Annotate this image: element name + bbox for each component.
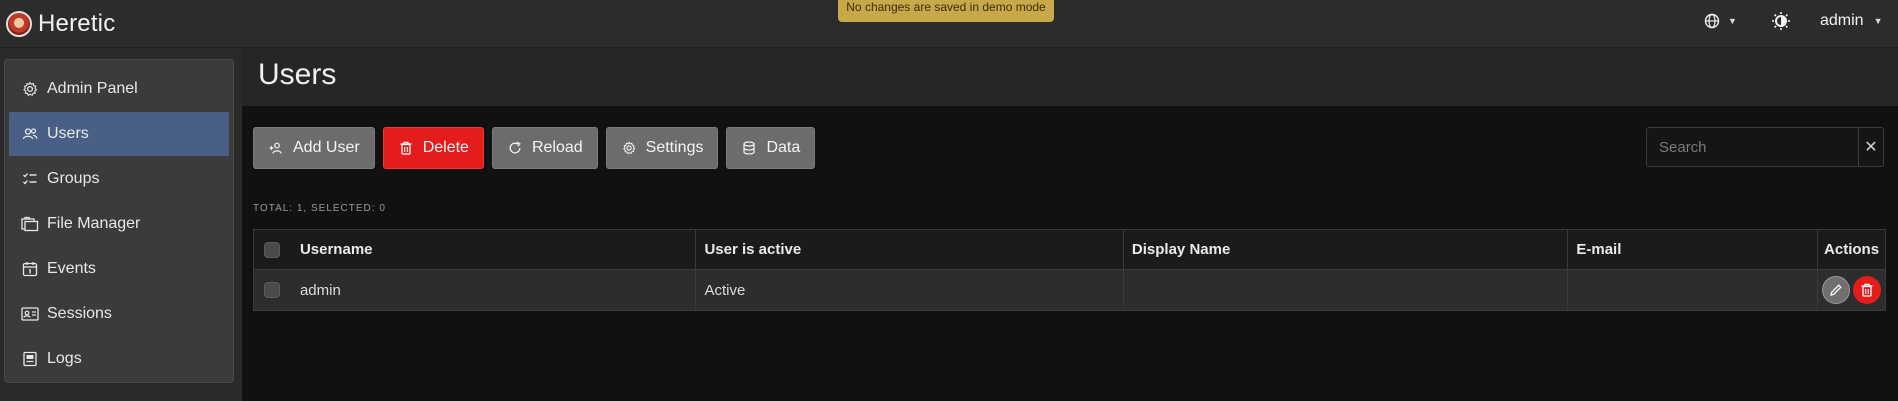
sidebar-item-label: Admin Panel bbox=[47, 80, 138, 97]
sidebar-item-label: Logs bbox=[47, 350, 82, 367]
add-user-icon bbox=[268, 140, 284, 156]
reload-button[interactable]: Reload bbox=[491, 127, 598, 169]
language-dropdown[interactable]: ▼ bbox=[1704, 10, 1737, 32]
users-table: Username User is active Display Name E-m… bbox=[253, 229, 1886, 311]
column-header-email[interactable]: E-mail bbox=[1568, 230, 1819, 269]
sidebar-item-sessions[interactable]: Sessions bbox=[9, 292, 229, 336]
gear-icon bbox=[21, 80, 39, 98]
edit-button[interactable] bbox=[1822, 276, 1851, 304]
demo-mode-banner: No changes are saved in demo mode bbox=[838, 0, 1054, 22]
groups-icon bbox=[21, 170, 39, 188]
chevron-down-icon: ▼ bbox=[1728, 16, 1737, 26]
brand[interactable]: Heretic bbox=[6, 8, 115, 40]
globe-icon bbox=[1704, 13, 1720, 29]
delete-label: Delete bbox=[422, 139, 469, 156]
theme-toggle-icon bbox=[1772, 12, 1790, 30]
sidebar-item-events[interactable]: Events bbox=[9, 247, 229, 291]
clear-search-button[interactable]: ✕ bbox=[1858, 128, 1883, 166]
row-delete-button[interactable] bbox=[1853, 276, 1882, 304]
folder-icon bbox=[21, 215, 39, 233]
sidebar-item-groups[interactable]: Groups bbox=[9, 157, 229, 201]
trash-icon bbox=[1861, 283, 1873, 297]
sidebar-area: Admin Panel Users Groups File Manager Ev… bbox=[0, 48, 242, 401]
cell-actions bbox=[1818, 270, 1885, 310]
table-header: Username User is active Display Name E-m… bbox=[254, 230, 1885, 270]
settings-button[interactable]: Settings bbox=[605, 127, 719, 169]
sidebar-item-label: Groups bbox=[47, 170, 100, 187]
column-header-active[interactable]: User is active bbox=[696, 230, 1124, 269]
select-all-checkbox[interactable] bbox=[263, 241, 280, 258]
add-user-label: Add User bbox=[293, 139, 360, 156]
sidebar-item-label: File Manager bbox=[47, 215, 141, 232]
data-button[interactable]: Data bbox=[726, 127, 816, 169]
cell-username: admin bbox=[290, 270, 697, 310]
users-icon bbox=[21, 125, 39, 143]
search-input[interactable] bbox=[1647, 128, 1858, 166]
pencil-icon bbox=[1830, 284, 1842, 296]
theme-toggle-button[interactable] bbox=[1770, 10, 1792, 32]
database-icon bbox=[741, 140, 757, 156]
sidebar-item-admin-panel[interactable]: Admin Panel bbox=[9, 67, 229, 111]
chevron-down-icon: ▼ bbox=[1873, 16, 1883, 26]
totals-summary: TOTAL: 1, SELECTED: 0 bbox=[253, 203, 386, 214]
column-header-username[interactable]: Username bbox=[290, 230, 697, 269]
sidebar-item-logs[interactable]: Logs bbox=[9, 337, 229, 381]
page-header: Users bbox=[242, 48, 1898, 106]
sidebar-item-label: Sessions bbox=[47, 305, 112, 322]
gear-icon bbox=[621, 140, 637, 156]
column-header-display-name[interactable]: Display Name bbox=[1124, 230, 1569, 269]
search-box: ✕ bbox=[1646, 127, 1884, 167]
cell-display-name bbox=[1124, 270, 1569, 310]
page-title: Users bbox=[258, 58, 337, 91]
trash-icon bbox=[398, 140, 414, 156]
sidebar: Admin Panel Users Groups File Manager Ev… bbox=[4, 59, 234, 383]
cell-email bbox=[1568, 270, 1819, 310]
table-row[interactable]: admin Active bbox=[254, 270, 1885, 310]
select-all-cell bbox=[254, 230, 290, 269]
logo bbox=[6, 11, 32, 37]
cell-active: Active bbox=[696, 270, 1124, 310]
add-user-button[interactable]: Add User bbox=[253, 127, 375, 169]
toolbar: Add User Delete Reload Settings Data bbox=[253, 127, 816, 169]
data-label: Data bbox=[766, 139, 801, 156]
sidebar-item-label: Users bbox=[47, 125, 89, 142]
row-checkbox[interactable] bbox=[263, 282, 280, 298]
id-card-icon bbox=[21, 305, 39, 323]
reload-icon bbox=[507, 140, 523, 156]
log-icon bbox=[21, 350, 39, 368]
sidebar-item-label: Events bbox=[47, 260, 96, 277]
settings-label: Settings bbox=[645, 139, 704, 156]
close-icon: ✕ bbox=[1864, 139, 1878, 156]
sidebar-item-file-manager[interactable]: File Manager bbox=[9, 202, 229, 246]
delete-button[interactable]: Delete bbox=[382, 127, 484, 169]
row-select-cell bbox=[254, 270, 290, 310]
app-name: Heretic bbox=[38, 10, 116, 37]
sidebar-item-users[interactable]: Users bbox=[9, 112, 229, 156]
reload-label: Reload bbox=[531, 139, 583, 156]
top-bar: Heretic No changes are saved in demo mod… bbox=[0, 0, 1898, 48]
user-name: admin bbox=[1820, 12, 1864, 29]
calendar-icon bbox=[21, 260, 39, 278]
user-menu[interactable]: admin ▼ bbox=[1820, 10, 1883, 32]
column-header-actions: Actions bbox=[1824, 241, 1880, 258]
